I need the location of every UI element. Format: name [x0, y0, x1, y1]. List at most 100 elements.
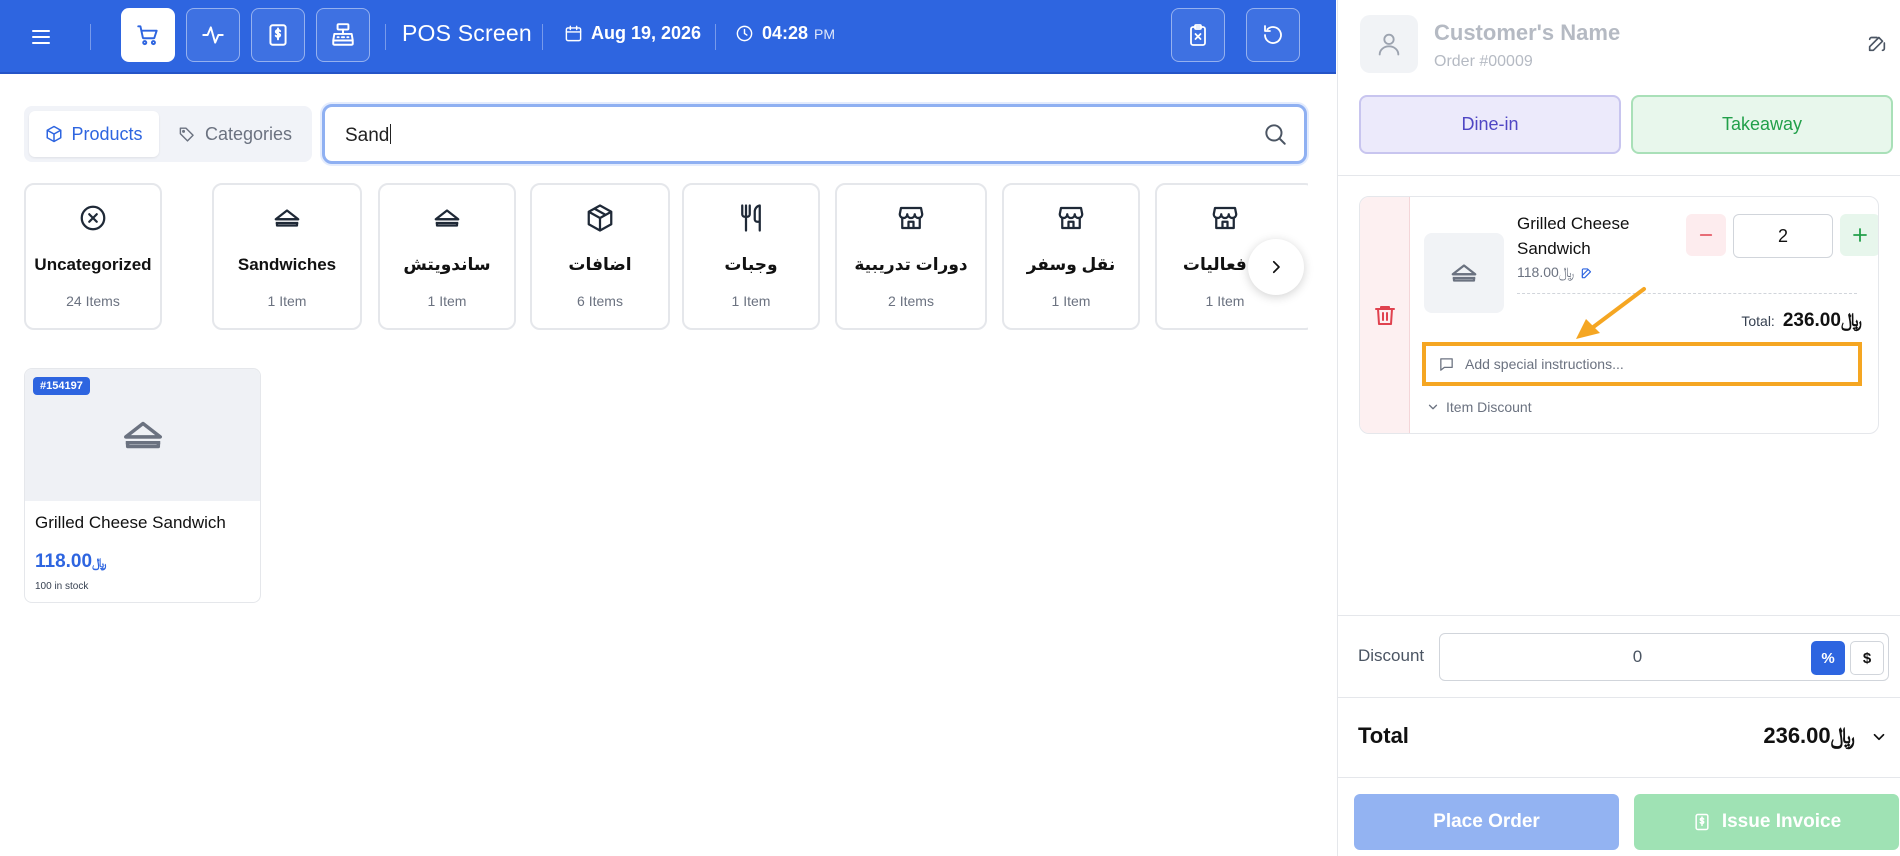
category-count: 24 Items [66, 293, 120, 309]
refresh-button[interactable] [1246, 8, 1300, 62]
minus-icon [1699, 234, 1713, 236]
view-toggle: Products Categories [24, 106, 312, 162]
line-item-total-label: Total: [1741, 313, 1775, 329]
utensils-icon [684, 203, 818, 233]
issue-invoice-label: Issue Invoice [1721, 811, 1842, 832]
cart-icon [137, 25, 158, 46]
trash-icon [1374, 306, 1395, 325]
time-text: 04:28 [762, 23, 809, 43]
category-name: Sandwiches [237, 255, 337, 274]
discount-label: Discount [1358, 646, 1425, 665]
divider [1338, 777, 1900, 778]
category-count: 2 Items [888, 293, 934, 309]
divider [1517, 293, 1857, 294]
takeaway-button[interactable]: Takeaway [1631, 95, 1893, 154]
category-strip: Uncategorized 24 Items Sandwiches 1 Item… [24, 183, 1308, 331]
increase-quantity-button[interactable] [1840, 214, 1878, 256]
sandwich-icon [380, 203, 514, 233]
category-name: ساندويتش [403, 255, 491, 274]
special-instructions-field[interactable]: Add special instructions... [1422, 342, 1862, 386]
category-name: نقل وسفر [1026, 255, 1116, 274]
cash-register-button[interactable] [316, 8, 370, 62]
cash-register-icon [332, 23, 354, 46]
date-display: Aug 19, 2026 [564, 23, 701, 44]
tab-categories[interactable]: Categories [163, 111, 307, 157]
decrease-quantity-button[interactable] [1686, 214, 1726, 256]
line-item-unit-price: ﷼118.00 [1517, 264, 1594, 281]
customer-name[interactable]: Customer's Name [1434, 20, 1620, 46]
product-card[interactable]: #154197 Grilled Cheese Sandwich ﷼118.00 … [24, 368, 261, 603]
plus-icon [1853, 228, 1867, 242]
delete-item-button[interactable] [1360, 197, 1410, 433]
category-card[interactable]: ساندويتش 1 Item [378, 183, 516, 330]
category-count: 1 Item [267, 293, 307, 309]
clipboard-x-icon [1190, 24, 1206, 46]
clear-cart-button[interactable] [1171, 8, 1225, 62]
category-card[interactable]: Sandwiches 1 Item [212, 183, 362, 330]
category-card[interactable]: نقل وسفر 1 Item [1002, 183, 1140, 330]
sandwich-icon [123, 421, 162, 449]
ampm-text: PM [814, 25, 836, 42]
category-count: 1 Item [427, 293, 467, 309]
chevron-right-icon [1272, 260, 1280, 274]
search-input[interactable]: Sand [322, 104, 1307, 164]
edit-price-icon[interactable] [1580, 266, 1594, 280]
category-card[interactable]: اضافات 6 Items [530, 183, 670, 330]
category-card[interactable]: وجبات 1 Item [682, 183, 820, 330]
line-item-name: Grilled Cheese Sandwich [1517, 214, 1630, 258]
category-count: 1 Item [1051, 293, 1091, 309]
category-card[interactable]: دورات تدريبية 2 Items [835, 183, 987, 330]
category-card[interactable]: Uncategorized 24 Items [24, 183, 162, 330]
currency-symbol: ﷼ [1840, 310, 1862, 331]
store-icon [1157, 203, 1293, 233]
receipt-button[interactable] [251, 8, 305, 62]
category-count: 6 Items [577, 293, 623, 309]
avatar[interactable] [1360, 15, 1418, 73]
category-name: اضافات [568, 255, 632, 274]
edit-customer-icon[interactable] [1866, 32, 1888, 59]
tab-products-label: Products [71, 123, 143, 144]
time-display: 04:28 PM [735, 23, 835, 44]
search-icon[interactable] [1262, 121, 1288, 152]
search-value: Sand [345, 124, 392, 146]
item-discount-label: Item Discount [1446, 399, 1532, 415]
item-discount-toggle[interactable]: Item Discount [1426, 399, 1532, 415]
discount-input[interactable]: 0 % $ [1439, 633, 1889, 681]
top-bar: POS Screen Aug 19, 2026 04:28 PM [0, 0, 1336, 74]
invoice-icon [1695, 813, 1709, 831]
divider [90, 24, 91, 50]
sandwich-icon [214, 203, 360, 233]
issue-invoice-button[interactable]: Issue Invoice [1634, 794, 1899, 850]
discount-value: 0 [1632, 647, 1643, 666]
product-stock: 100 in stock [35, 581, 89, 592]
discount-dollar-toggle[interactable]: $ [1850, 641, 1884, 675]
date-text: Aug 19, 2026 [591, 23, 702, 43]
order-number: Order #00009 [1434, 53, 1533, 70]
dine-in-button[interactable]: Dine-in [1359, 95, 1621, 154]
divider [1338, 615, 1900, 616]
calendar-icon [565, 25, 582, 42]
quantity-input[interactable]: 2 [1733, 214, 1833, 258]
store-icon [1004, 203, 1138, 233]
chevron-down-icon[interactable] [1870, 728, 1888, 751]
store-icon [837, 203, 985, 233]
menu-icon[interactable] [26, 22, 56, 52]
comment-icon [1440, 357, 1453, 371]
chevron-down-icon [1428, 404, 1438, 410]
activity-button[interactable] [186, 8, 240, 62]
tags-icon [179, 126, 194, 142]
category-count: 1 Item [731, 293, 771, 309]
place-order-button[interactable]: Place Order [1354, 794, 1619, 850]
currency-symbol: ﷼ [92, 555, 107, 570]
clock-icon [736, 25, 753, 42]
tab-products[interactable]: Products [29, 111, 159, 157]
activity-icon [202, 26, 224, 44]
category-next-button[interactable] [1248, 239, 1304, 295]
category-count: 1 Item [1205, 293, 1245, 309]
order-panel: Customer's Name Order #00009 Dine-in Tak… [1337, 0, 1900, 856]
category-name: وجبات [724, 255, 778, 274]
product-price: ﷼118.00 [35, 551, 107, 572]
discount-percent-toggle[interactable]: % [1811, 641, 1845, 675]
pos-cart-button[interactable] [121, 8, 175, 62]
box-icon [46, 125, 62, 143]
